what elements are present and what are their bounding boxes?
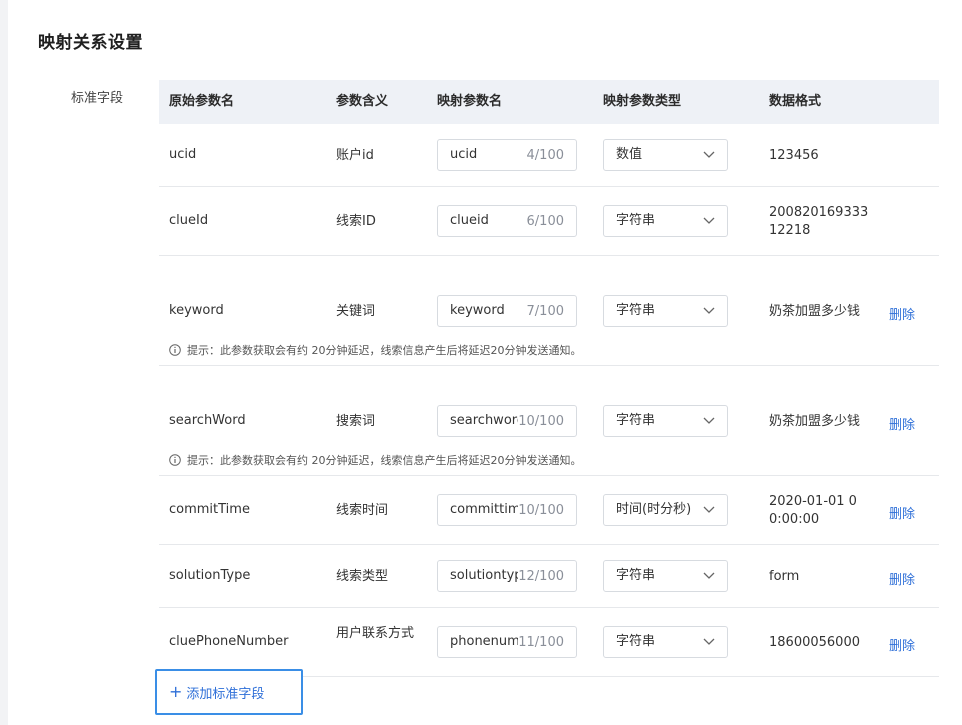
param-type-select[interactable]: 字符串: [603, 205, 728, 237]
char-count: 11/100: [518, 635, 564, 650]
char-count: 6/100: [526, 214, 564, 229]
delete-button[interactable]: 删除: [889, 414, 915, 433]
chevron-down-icon: [703, 638, 715, 645]
delete-button[interactable]: 删除: [889, 569, 915, 588]
char-count: 12/100: [518, 569, 564, 584]
param-meaning: 关键词: [336, 304, 376, 319]
info-icon: [169, 344, 181, 356]
orig-param-name: commitTime: [169, 502, 250, 517]
param-meaning: 线索ID: [336, 214, 376, 229]
param-type-value: 字符串: [616, 303, 656, 318]
param-type-value: 字符串: [616, 413, 656, 428]
param-meaning: 搜索词: [336, 414, 376, 429]
param-type-value: 数值: [616, 147, 643, 162]
col-header-orig: 原始参数名: [169, 94, 235, 109]
char-count: 10/100: [518, 414, 564, 429]
orig-param-name: keyword: [169, 303, 224, 318]
param-type-value: 时间(时分秒): [616, 502, 692, 517]
mapped-param-value: phonenumber: [450, 634, 518, 649]
mapped-param-input[interactable]: searchword 10/100: [437, 405, 577, 437]
param-type-select[interactable]: 字符串: [603, 405, 728, 437]
mapped-param-input[interactable]: committime 10/100: [437, 494, 577, 526]
data-format: form: [769, 569, 800, 584]
delete-button[interactable]: 删除: [889, 304, 915, 323]
info-icon: [169, 454, 181, 466]
data-format: 20082016933312218: [769, 205, 869, 238]
param-meaning: 用户联系方式: [336, 626, 415, 641]
col-header-mapped: 映射参数名: [437, 94, 503, 109]
mapped-param-input[interactable]: clueid 6/100: [437, 205, 577, 237]
param-type-select[interactable]: 字符串: [603, 560, 728, 592]
mapped-param-value: searchword: [450, 413, 518, 428]
table-row: ucid 账户id ucid 4/100 数值 123456: [159, 124, 939, 187]
col-header-meaning: 参数含义: [336, 94, 389, 109]
table-row: solutionType 线索类型 solutiontype 12/100 字符…: [159, 545, 939, 608]
param-type-value: 字符串: [616, 568, 656, 583]
data-format: 18600056000: [769, 635, 860, 650]
plus-icon: +: [169, 682, 183, 701]
char-count: 7/100: [526, 304, 564, 319]
mapping-table: 原始参数名 参数含义 映射参数名 映射参数类型 数据格式 ucid 账户id u…: [159, 80, 939, 677]
mapped-param-value: ucid: [450, 147, 478, 162]
param-meaning: 账户id: [336, 148, 374, 163]
mapped-param-value: solutiontype: [450, 568, 518, 583]
delete-button[interactable]: 删除: [889, 503, 915, 522]
data-format: 奶茶加盟多少钱: [769, 304, 861, 319]
delay-tip: 提示：此参数获取会有约 20分钟延迟，线索信息产生后将延迟20分钟发送通知。: [169, 342, 582, 358]
table-row: commitTime 线索时间 committime 10/100 时间(时分秒…: [159, 476, 939, 545]
mapping-settings-panel: 映射关系设置 标准字段 原始参数名 参数含义 映射参数名 映射参数类型 数据格式…: [8, 0, 962, 725]
data-format: 奶茶加盟多少钱: [769, 414, 861, 429]
table-header: 原始参数名 参数含义 映射参数名 映射参数类型 数据格式: [159, 80, 939, 124]
table-row: clueId 线索ID clueid 6/100 字符串 20082016933…: [159, 187, 939, 256]
mapped-param-value: keyword: [450, 303, 505, 318]
param-meaning: 线索类型: [336, 569, 389, 584]
table-row: keyword 关键词 keyword 7/100 字符串 奶茶加盟多少钱 删除…: [159, 256, 939, 366]
orig-param-name: clueId: [169, 213, 209, 228]
char-count: 4/100: [526, 148, 564, 163]
mapped-param-input[interactable]: ucid 4/100: [437, 139, 577, 171]
chevron-down-icon: [703, 506, 715, 513]
chevron-down-icon: [703, 417, 715, 424]
chevron-down-icon: [703, 572, 715, 579]
col-header-type: 映射参数类型: [603, 94, 682, 109]
orig-param-name: solutionType: [169, 568, 251, 583]
table-row: searchWord 搜索词 searchword 10/100 字符串 奶茶加…: [159, 366, 939, 476]
table-row: cluePhoneNumber 用户联系方式 phonenumber 11/10…: [159, 608, 939, 677]
mapped-param-input[interactable]: keyword 7/100: [437, 295, 577, 327]
section-title: 映射关系设置: [38, 33, 143, 53]
chevron-down-icon: [703, 151, 715, 158]
param-type-select[interactable]: 字符串: [603, 295, 728, 327]
orig-param-name: searchWord: [169, 413, 246, 428]
add-standard-field-button[interactable]: + 添加标准字段: [155, 669, 303, 715]
param-type-value: 字符串: [616, 634, 656, 649]
data-format: 2020-01-01 00:00:00: [769, 494, 857, 527]
delay-tip: 提示：此参数获取会有约 20分钟延迟，线索信息产生后将延迟20分钟发送通知。: [169, 452, 582, 468]
param-type-select[interactable]: 时间(时分秒): [603, 494, 728, 526]
char-count: 10/100: [518, 503, 564, 518]
mapped-param-input[interactable]: phonenumber 11/100: [437, 626, 577, 658]
mapped-param-value: clueid: [450, 213, 489, 228]
orig-param-name: ucid: [169, 147, 197, 162]
chevron-down-icon: [703, 217, 715, 224]
chevron-down-icon: [703, 307, 715, 314]
data-format: 123456: [769, 148, 819, 163]
param-type-value: 字符串: [616, 213, 656, 228]
orig-param-name: cluePhoneNumber: [169, 634, 289, 649]
delete-button[interactable]: 删除: [889, 635, 915, 654]
param-type-select[interactable]: 数值: [603, 139, 728, 171]
col-header-format: 数据格式: [769, 94, 822, 109]
delay-tip-text: 提示：此参数获取会有约 20分钟延迟，线索信息产生后将延迟20分钟发送通知。: [187, 454, 582, 467]
add-standard-field-label: 添加标准字段: [186, 686, 265, 702]
mapped-param-input[interactable]: solutiontype 12/100: [437, 560, 577, 592]
param-type-select[interactable]: 字符串: [603, 626, 728, 658]
delay-tip-text: 提示：此参数获取会有约 20分钟延迟，线索信息产生后将延迟20分钟发送通知。: [187, 344, 582, 357]
param-meaning: 线索时间: [336, 503, 389, 518]
mapped-param-value: committime: [450, 502, 518, 517]
standard-fields-label: 标准字段: [71, 91, 124, 106]
